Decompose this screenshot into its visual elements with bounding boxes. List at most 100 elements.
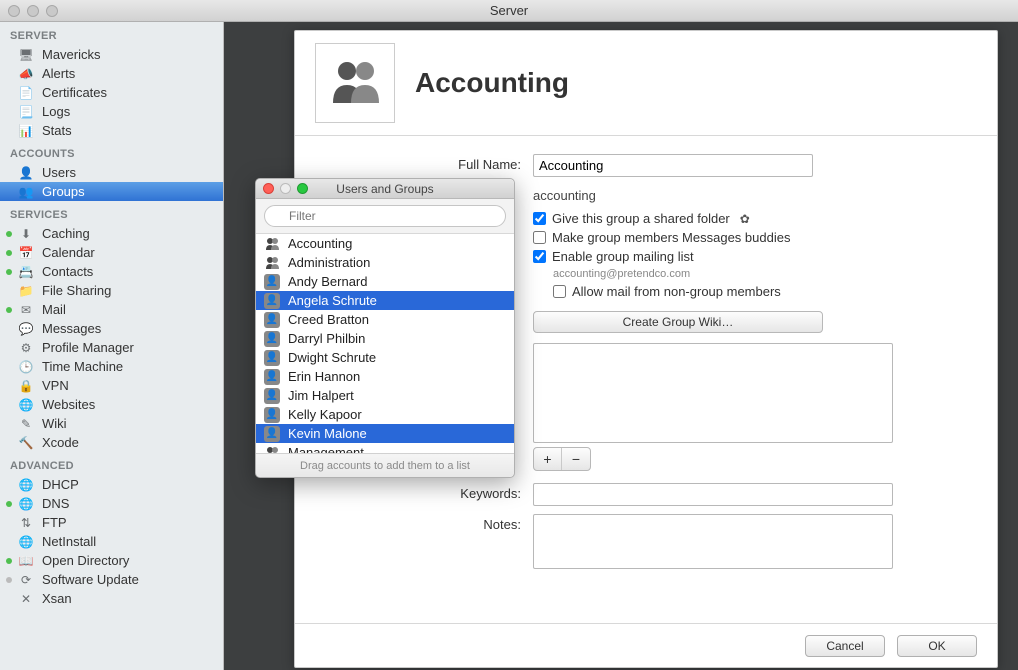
sidebar-item-groups[interactable]: 👥Groups <box>0 182 223 201</box>
vpn-icon: 🔒 <box>18 378 34 394</box>
shared-folder-label: Give this group a shared folder <box>552 211 730 226</box>
timemachine-icon: 🕒 <box>18 359 34 375</box>
ftp-icon: ⇅ <box>18 515 34 531</box>
notes-input[interactable] <box>533 514 893 569</box>
sidebar-item-users[interactable]: 👤Users <box>0 163 223 182</box>
keywords-input[interactable] <box>533 483 893 506</box>
status-dot <box>6 501 12 507</box>
list-item[interactable]: 👤Darryl Philbin <box>256 329 514 348</box>
allow-nonmembers-checkbox[interactable] <box>553 285 566 298</box>
list-item[interactable]: 👤Jim Halpert <box>256 386 514 405</box>
list-item[interactable]: Administration <box>256 253 514 272</box>
sidebar-item-alerts[interactable]: 📣Alerts <box>0 64 223 83</box>
swupdate-icon: ⟳ <box>18 572 34 588</box>
create-wiki-button[interactable]: Create Group Wiki… <box>533 311 823 333</box>
websites-icon: 🌐 <box>18 397 34 413</box>
mailing-list-checkbox[interactable] <box>533 250 546 263</box>
full-name-input[interactable] <box>533 154 813 177</box>
list-item-label: Administration <box>288 255 370 270</box>
list-item[interactable]: 👤 Erin Hannon <box>256 367 514 386</box>
popover-titlebar: Users and Groups <box>256 179 514 199</box>
sidebar-item-wiki[interactable]: ✎Wiki <box>0 414 223 433</box>
list-item-label: Erin Hannon <box>288 369 360 384</box>
contacts-icon: 📇 <box>18 264 34 280</box>
sidebar-item-netinstall[interactable]: 🌐NetInstall <box>0 532 223 551</box>
user-avatar-icon: 👤 <box>264 274 280 290</box>
sidebar-item-vpn[interactable]: 🔒VPN <box>0 376 223 395</box>
list-item[interactable]: Accounting <box>256 234 514 253</box>
user-avatar-icon: 👤 <box>264 350 280 366</box>
panel-footer: Cancel OK <box>295 623 997 667</box>
user-avatar-icon: 👤 <box>264 426 280 442</box>
list-item[interactable]: 👤Creed Bratton <box>256 310 514 329</box>
messages-icon: 💬 <box>18 321 34 337</box>
sidebar-item-label: Alerts <box>42 66 75 81</box>
cancel-button[interactable]: Cancel <box>805 635 885 657</box>
list-item[interactable]: 👤Angela Schrute <box>256 291 514 310</box>
panel-header: Accounting <box>295 31 997 136</box>
messages-buddies-checkbox[interactable] <box>533 231 546 244</box>
sidebar-item-label: Users <box>42 165 76 180</box>
dhcp-icon: 🌐 <box>18 477 34 493</box>
sidebar-item-contacts[interactable]: 📇 Contacts <box>0 262 223 281</box>
sidebar-item-label: Wiki <box>42 416 67 431</box>
list-item-label: Angela Schrute <box>288 293 377 308</box>
status-dot <box>6 231 12 237</box>
list-item-label: Andy Bernard <box>288 274 368 289</box>
sidebar-item-file-sharing[interactable]: 📁File Sharing <box>0 281 223 300</box>
sidebar-item-logs[interactable]: 📃 Logs <box>0 102 223 121</box>
sidebar-item-profile-manager[interactable]: ⚙Profile Manager <box>0 338 223 357</box>
user-avatar-icon: 👤 <box>264 331 280 347</box>
shared-folder-checkbox[interactable] <box>533 212 546 225</box>
shared-folder-gear-icon[interactable]: ✿ <box>740 212 750 226</box>
status-dot <box>6 269 12 275</box>
add-member-button[interactable]: + <box>534 448 562 470</box>
sidebar-item-label: Contacts <box>42 264 93 279</box>
sidebar-item-open-directory[interactable]: 📖Open Directory <box>0 551 223 570</box>
sidebar-item-label: Mail <box>42 302 66 317</box>
sidebar-item-calendar[interactable]: 📅Calendar <box>0 243 223 262</box>
dns-icon: 🌐 <box>18 496 34 512</box>
list-item[interactable]: Management <box>256 443 514 453</box>
list-item[interactable]: 👤 Andy Bernard <box>256 272 514 291</box>
sidebar-item-dhcp[interactable]: 🌐DHCP <box>0 475 223 494</box>
status-dot <box>6 250 12 256</box>
sidebar-item-label: Xsan <box>42 591 72 606</box>
status-dot <box>6 307 12 313</box>
netinstall-icon: 🌐 <box>18 534 34 550</box>
members-list[interactable] <box>533 343 893 443</box>
sidebar-item-software-update[interactable]: ⟳ Software Update <box>0 570 223 589</box>
sidebar-item-messages[interactable]: 💬Messages <box>0 319 223 338</box>
filter-input[interactable] <box>264 205 506 227</box>
user-avatar-icon: 👤 <box>264 369 280 385</box>
sidebar-item-certificates[interactable]: 📄Certificates <box>0 83 223 102</box>
mailing-list-label: Enable group mailing list <box>552 249 694 264</box>
sidebar-item-label: Software Update <box>42 572 139 587</box>
sidebar-item-stats[interactable]: 📊Stats <box>0 121 223 140</box>
allow-nonmembers-label: Allow mail from non-group members <box>572 284 781 299</box>
list-item[interactable]: 👤Dwight Schrute <box>256 348 514 367</box>
list-item-label: Management <box>288 445 364 453</box>
sidebar-item-mail[interactable]: ✉Mail <box>0 300 223 319</box>
remove-member-button[interactable]: − <box>562 448 590 470</box>
sidebar-item-dns[interactable]: 🌐DNS <box>0 494 223 513</box>
list-item-label: Jim Halpert <box>288 388 354 403</box>
sidebar-item-mavericks[interactable]: 🖥Mavericks <box>0 45 223 64</box>
sidebar-item-xsan[interactable]: ✕Xsan <box>0 589 223 608</box>
log-icon: 📃 <box>18 104 34 120</box>
group-icon <box>264 236 280 252</box>
xcode-icon: 🔨 <box>18 435 34 451</box>
sidebar-item-time-machine[interactable]: 🕒Time Machine <box>0 357 223 376</box>
popover-list[interactable]: AccountingAdministration👤Andy Bernard👤An… <box>256 233 514 453</box>
group-avatar-icon <box>315 43 395 123</box>
list-item[interactable]: 👤Kelly Kapoor <box>256 405 514 424</box>
ok-button[interactable]: OK <box>897 635 977 657</box>
sidebar-item-caching[interactable]: ⬇Caching <box>0 224 223 243</box>
sidebar-item-ftp[interactable]: ⇅FTP <box>0 513 223 532</box>
sidebar-item-label: Websites <box>42 397 95 412</box>
sidebar-item-xcode[interactable]: 🔨Xcode <box>0 433 223 452</box>
profile-icon: ⚙ <box>18 340 34 356</box>
sidebar-item-label: Logs <box>42 104 70 119</box>
list-item[interactable]: 👤Kevin Malone <box>256 424 514 443</box>
sidebar-item-websites[interactable]: 🌐 Websites <box>0 395 223 414</box>
